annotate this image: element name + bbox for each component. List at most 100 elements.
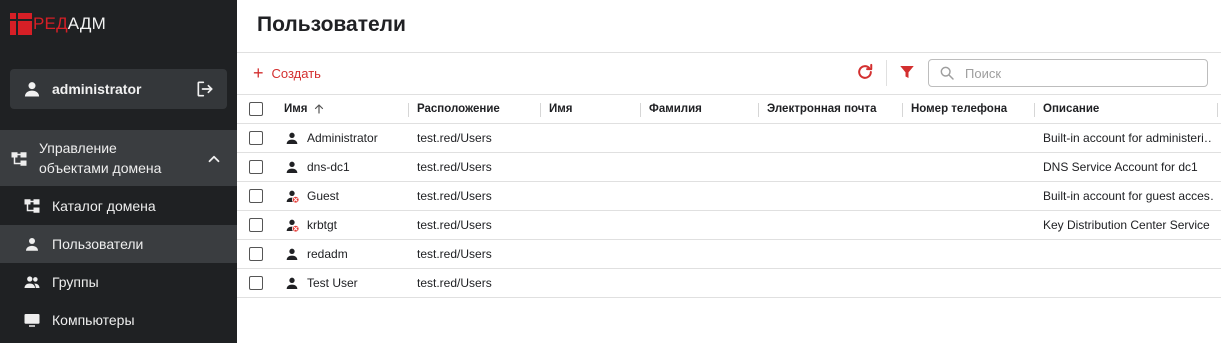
column-separator[interactable] bbox=[1034, 103, 1035, 117]
sidebar-item-label: Группы bbox=[52, 274, 99, 290]
cell-last-name bbox=[649, 211, 749, 239]
cell-last-name bbox=[649, 153, 749, 181]
column-separator[interactable] bbox=[540, 103, 541, 117]
column-separator[interactable] bbox=[640, 103, 641, 117]
user-icon bbox=[286, 248, 298, 260]
sort-ascending-icon[interactable] bbox=[313, 103, 325, 115]
cell-name-text: Administrator bbox=[307, 131, 378, 145]
cell-phone bbox=[911, 182, 1031, 210]
sidebar-item-users[interactable]: Пользователи bbox=[0, 225, 237, 263]
column-separator[interactable] bbox=[902, 103, 903, 117]
cell-name-text: Test User bbox=[307, 276, 358, 290]
user-icon bbox=[286, 161, 298, 173]
logo-text-white: АДМ bbox=[67, 14, 106, 33]
cell-phone bbox=[911, 211, 1031, 239]
cell-name: Guest bbox=[284, 182, 404, 210]
table-row[interactable]: redadm test.red/Users bbox=[237, 240, 1221, 269]
cell-email bbox=[767, 240, 902, 268]
cell-name-text: krbtgt bbox=[307, 218, 338, 232]
cell-location: test.red/Users bbox=[417, 240, 537, 268]
plus-icon: + bbox=[253, 63, 264, 83]
search-box[interactable] bbox=[928, 59, 1208, 87]
cell-last-name bbox=[649, 182, 749, 210]
sidebar: РЕДАДМ administrator Управление объектам… bbox=[0, 0, 237, 343]
group-icon bbox=[24, 276, 40, 288]
cell-location: test.red/Users bbox=[417, 182, 537, 210]
search-input[interactable] bbox=[965, 65, 1195, 81]
cell-first-name bbox=[549, 153, 639, 181]
column-separator[interactable] bbox=[1217, 103, 1218, 117]
users-table: Имя Расположение Имя Фамилия Электронная… bbox=[237, 94, 1221, 298]
cell-first-name bbox=[549, 211, 639, 239]
column-header-name[interactable]: Имя bbox=[284, 95, 404, 123]
table-row[interactable]: dns-dc1 test.red/Users DNS Service Account… bbox=[237, 153, 1221, 182]
cell-description: DNS Service Account for dc1 bbox=[1043, 153, 1213, 181]
cell-phone bbox=[911, 240, 1031, 268]
cell-email bbox=[767, 269, 902, 297]
cell-first-name bbox=[549, 240, 639, 268]
search-icon bbox=[940, 66, 954, 80]
cell-name-text: dns-dc1 bbox=[307, 160, 350, 174]
cell-first-name bbox=[549, 124, 639, 152]
sidebar-item-domain-catalog[interactable]: Каталог домена bbox=[0, 187, 237, 225]
filter-icon[interactable] bbox=[898, 63, 916, 81]
cell-description bbox=[1043, 240, 1213, 268]
logo-text: РЕДАДМ bbox=[33, 13, 106, 35]
cell-name: krbtgt bbox=[284, 211, 404, 239]
select-all-checkbox[interactable] bbox=[249, 102, 263, 116]
row-checkbox[interactable] bbox=[249, 189, 263, 203]
table-row[interactable]: Administrator test.red/Users Built-in acco… bbox=[237, 124, 1221, 153]
column-header-location[interactable]: Расположение bbox=[417, 95, 537, 123]
table-row[interactable]: Guest test.red/Users Built-in account for … bbox=[237, 182, 1221, 211]
nav-group-label: Управление объектами домена bbox=[39, 140, 162, 176]
logo-mark-icon bbox=[10, 13, 32, 35]
computer-icon bbox=[24, 314, 40, 327]
column-header-last-name[interactable]: Фамилия bbox=[649, 95, 749, 123]
cell-email bbox=[767, 153, 902, 181]
refresh-icon[interactable] bbox=[855, 62, 875, 82]
user-disabled-icon bbox=[286, 219, 300, 233]
user-disabled-icon bbox=[286, 190, 300, 204]
cell-description: Built-in account for administeri… bbox=[1043, 124, 1213, 152]
logout-icon[interactable] bbox=[195, 79, 215, 99]
row-checkbox[interactable] bbox=[249, 247, 263, 261]
cell-location: test.red/Users bbox=[417, 211, 537, 239]
user-icon bbox=[286, 132, 298, 144]
cell-description-text: DNS Service Account for dc1 bbox=[1043, 160, 1198, 174]
cell-location: test.red/Users bbox=[417, 153, 537, 181]
chevron-up-icon[interactable] bbox=[205, 150, 223, 168]
cell-name: dns-dc1 bbox=[284, 153, 404, 181]
cell-location: test.red/Users bbox=[417, 269, 537, 297]
cell-location-text: test.red/Users bbox=[417, 131, 492, 145]
user-avatar-icon bbox=[24, 82, 40, 97]
row-checkbox[interactable] bbox=[249, 131, 263, 145]
sidebar-item-groups[interactable]: Группы bbox=[0, 263, 237, 301]
row-checkbox[interactable] bbox=[249, 218, 263, 232]
create-button[interactable]: + Создать bbox=[253, 62, 321, 84]
table-row[interactable]: Test User test.red/Users bbox=[237, 269, 1221, 298]
row-checkbox[interactable] bbox=[249, 276, 263, 290]
row-checkbox[interactable] bbox=[249, 160, 263, 174]
cell-name-text: Guest bbox=[307, 189, 340, 203]
cell-description-text: Built-in account for guest acces… bbox=[1043, 189, 1213, 203]
table-row[interactable]: krbtgt test.red/Users Key Distribution Cen… bbox=[237, 211, 1221, 240]
cell-description: Built-in account for guest acces… bbox=[1043, 182, 1213, 210]
cell-location-text: test.red/Users bbox=[417, 160, 492, 174]
sidebar-item-label: Пользователи bbox=[52, 236, 144, 252]
nav-group-domain-objects[interactable]: Управление объектами домена bbox=[0, 130, 237, 186]
app-logo[interactable]: РЕДАДМ bbox=[10, 12, 106, 36]
column-header-phone[interactable]: Номер телефона bbox=[911, 95, 1031, 123]
cell-location-text: test.red/Users bbox=[417, 189, 492, 203]
column-header-first-name[interactable]: Имя bbox=[549, 95, 639, 123]
column-separator[interactable] bbox=[408, 103, 409, 117]
page-title: Пользователи bbox=[257, 13, 406, 36]
column-header-description[interactable]: Описание bbox=[1043, 95, 1213, 123]
main-content: Пользователи + Создать Имя Расположение … bbox=[237, 0, 1221, 343]
cell-first-name bbox=[549, 182, 639, 210]
column-separator[interactable] bbox=[758, 103, 759, 117]
cell-location-text: test.red/Users bbox=[417, 276, 492, 290]
column-header-email[interactable]: Электронная почта bbox=[767, 95, 902, 123]
person-icon bbox=[26, 238, 38, 251]
logo-text-red: РЕД bbox=[33, 14, 68, 33]
sidebar-item-computers[interactable]: Компьютеры bbox=[0, 301, 237, 339]
